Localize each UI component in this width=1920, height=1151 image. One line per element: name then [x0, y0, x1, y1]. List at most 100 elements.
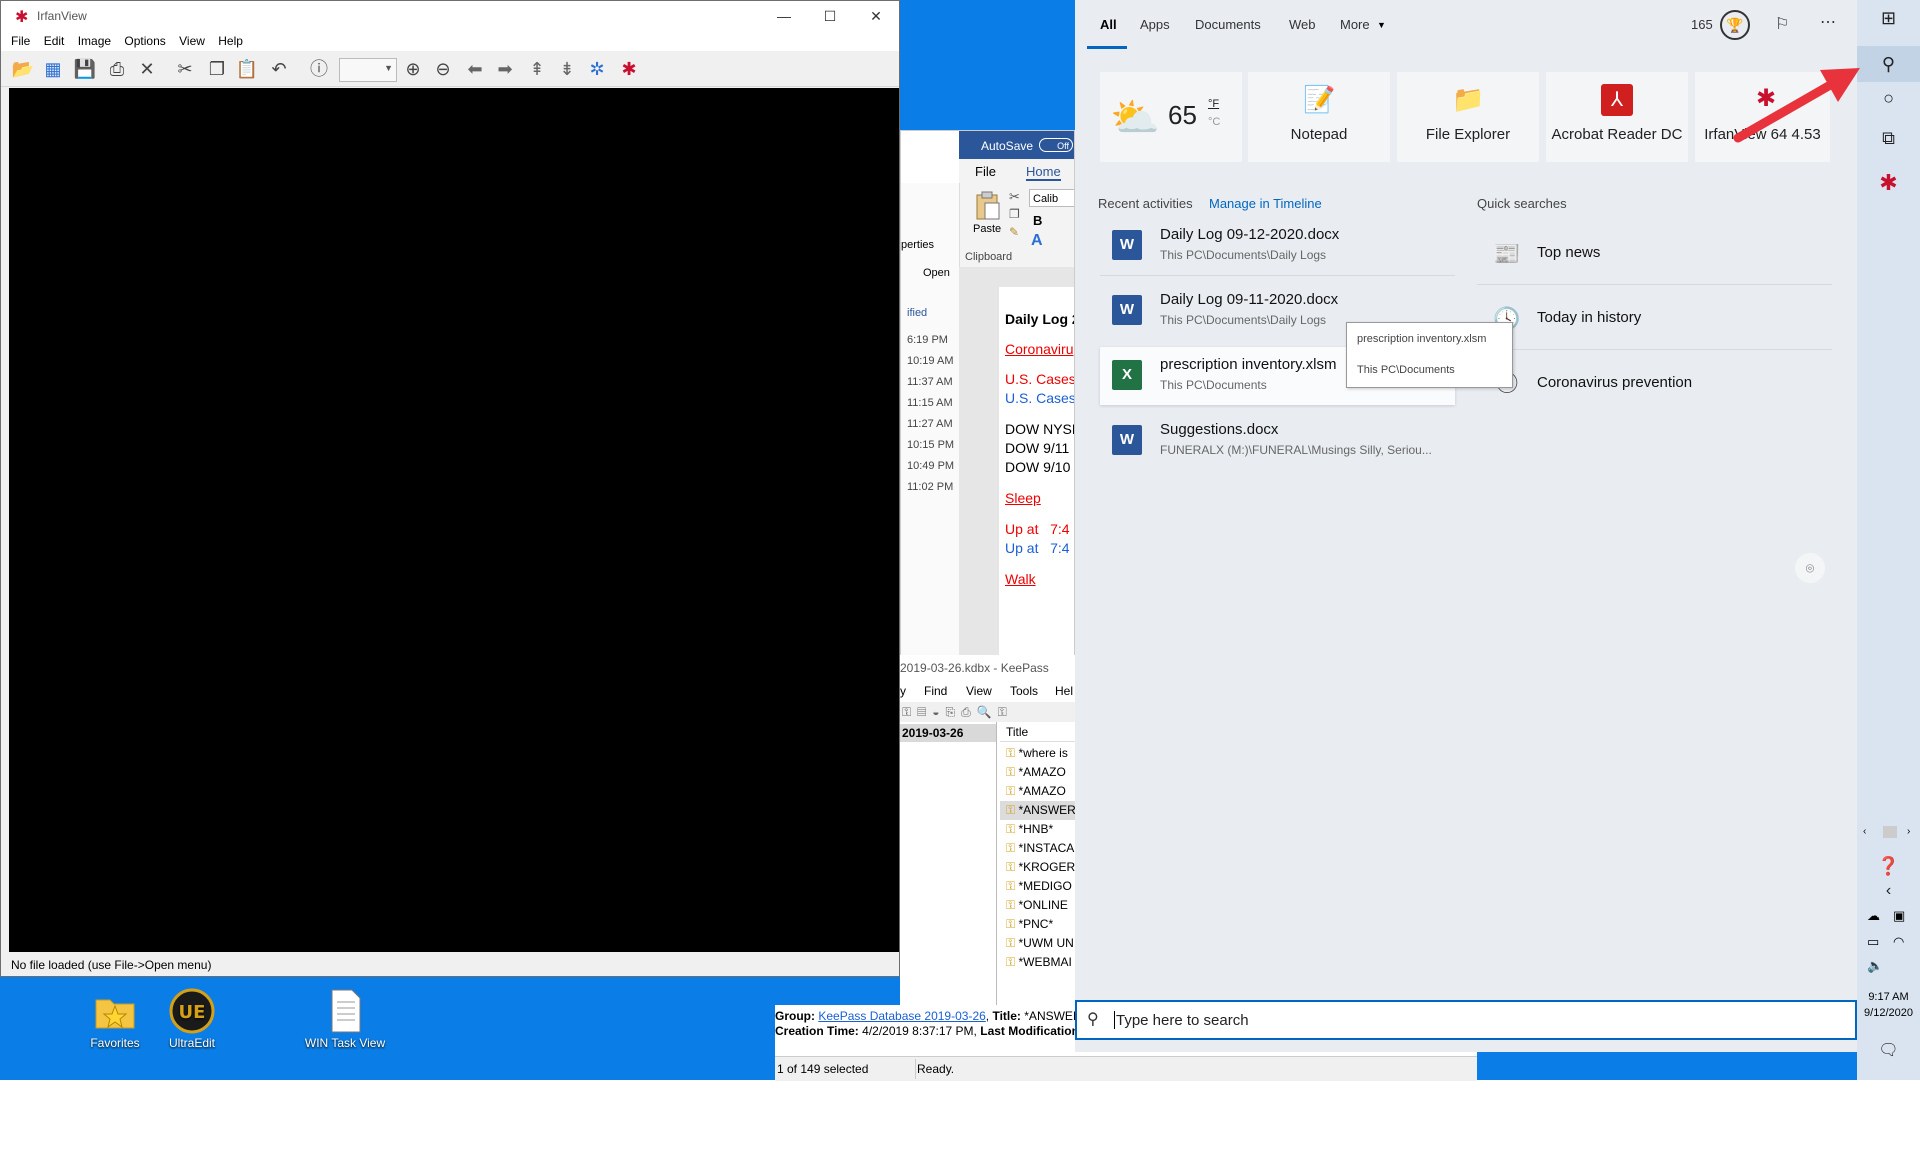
desktop-icon-win-task-view[interactable]: WIN Task View — [300, 988, 390, 1050]
menu-tools[interactable]: Tools — [1010, 684, 1038, 698]
info-icon[interactable]: ⓘ — [307, 57, 331, 81]
tab-file[interactable]: File — [975, 164, 996, 179]
menu-edit[interactable]: Edit — [44, 31, 65, 51]
open-label[interactable]: Open — [923, 267, 950, 279]
app-tile-notepad[interactable]: 📝 Notepad — [1248, 72, 1390, 162]
scroll-thumb[interactable] — [1883, 826, 1897, 838]
toolbar-icons[interactable]: ⚿▤◒⎘⎙🔍⚿ — [902, 705, 1013, 720]
tab-all[interactable]: All — [1100, 17, 1117, 32]
open-folder-icon[interactable]: 📂 — [11, 57, 35, 81]
info-group-link[interactable]: KeePass Database 2019-03-26 — [818, 1009, 985, 1023]
menu-file[interactable]: File — [11, 31, 30, 51]
weather-unit-f[interactable]: °F — [1208, 98, 1219, 110]
menu-view[interactable]: View — [179, 31, 205, 51]
delete-icon[interactable]: ✕ — [135, 57, 159, 81]
quick-search-item[interactable]: 🕓 Today in history — [1477, 285, 1832, 350]
menu-view[interactable]: View — [966, 684, 992, 698]
volume-icon[interactable]: 🔈 — [1867, 958, 1883, 974]
maximize-button[interactable]: ☐ — [807, 1, 853, 31]
irfanview-taskbar-icon[interactable]: ✱ — [1857, 170, 1920, 196]
format-painter-icon[interactable]: ✎ — [1009, 225, 1019, 239]
slideshow-icon[interactable]: ▦ — [41, 57, 65, 81]
next-arrow-icon[interactable]: ➡ — [493, 57, 517, 81]
properties-tools-icon[interactable]: ✲ — [585, 57, 609, 81]
tab-apps[interactable]: Apps — [1140, 17, 1170, 32]
menu-options[interactable]: Options — [124, 31, 165, 51]
scroll-right-icon[interactable]: › — [1907, 826, 1910, 837]
clock-time[interactable]: 9:17 AM — [1857, 991, 1920, 1003]
entry-row[interactable]: ⚿ *PNC* — [1000, 915, 1075, 934]
menu-find[interactable]: Find — [924, 684, 947, 698]
paste-icon[interactable] — [973, 191, 1001, 221]
entry-row[interactable]: ⚿ *ANSWER — [1000, 801, 1075, 820]
help-icon[interactable]: ❓ — [1857, 856, 1920, 877]
save-icon[interactable]: 💾 — [73, 57, 97, 81]
minimize-button[interactable]: — — [761, 1, 807, 31]
display-icon[interactable]: ▣ — [1893, 908, 1905, 924]
recent-activity-item[interactable]: W Suggestions.docx FUNERALX (M:)\FUNERAL… — [1100, 412, 1455, 470]
image-canvas[interactable] — [9, 88, 899, 952]
entry-row[interactable]: ⚿ *INSTACA — [1000, 839, 1075, 858]
entry-row[interactable]: ⚿ *MEDIGO — [1000, 877, 1075, 896]
zoom-dropdown[interactable]: ▼ — [339, 58, 397, 82]
properties-label[interactable]: perties — [901, 239, 934, 251]
feedback-icon[interactable]: ⚐ — [1775, 14, 1789, 34]
entry-row[interactable]: ⚿ *AMAZO — [1000, 763, 1075, 782]
windows-start-icon[interactable]: ⊞ — [1857, 8, 1920, 29]
entry-row[interactable]: ⚿ *where is — [1000, 744, 1075, 763]
more-options-icon[interactable]: ⋯ — [1820, 12, 1836, 32]
previous-arrow-icon[interactable]: ⬅ — [463, 57, 487, 81]
app-tile-acrobat[interactable]: ⅄ Acrobat Reader DC — [1546, 72, 1688, 162]
scroll-left-icon[interactable]: ‹ — [1863, 826, 1866, 837]
rewards-trophy-icon[interactable]: 🏆 — [1720, 10, 1750, 40]
wifi-icon[interactable]: ◠ — [1893, 934, 1904, 950]
action-center-notification-icon[interactable]: 🗨 — [1857, 1040, 1920, 1060]
battery-icon[interactable]: ▭ — [1867, 934, 1879, 950]
menu-help[interactable]: Hel — [1055, 684, 1073, 698]
manage-timeline-link[interactable]: Manage in Timeline — [1209, 196, 1322, 211]
copy-icon[interactable]: ❐ — [205, 57, 229, 81]
paste-label[interactable]: Paste — [973, 223, 1001, 235]
weather-unit-c[interactable]: °C — [1208, 116, 1220, 128]
document-page[interactable]: Daily Log 2 Coronaviru U.S. Cases U.S. C… — [999, 287, 1074, 659]
last-file-icon[interactable]: ⇟ — [555, 57, 579, 81]
desktop-icon-ultraedit[interactable]: UE UltraEdit — [147, 988, 237, 1050]
paste-icon[interactable]: 📋 — [235, 57, 259, 81]
menu-item[interactable]: y — [900, 684, 906, 698]
autosave-toggle[interactable]: Off — [1039, 138, 1073, 152]
entry-row[interactable]: ⚿ *UWM UN — [1000, 934, 1075, 953]
tab-documents[interactable]: Documents — [1195, 17, 1261, 32]
recent-activity-item[interactable]: W Daily Log 09-12-2020.docx This PC\Docu… — [1100, 217, 1455, 276]
cut-icon[interactable]: ✂ — [1009, 189, 1020, 205]
menu-image[interactable]: Image — [78, 31, 111, 51]
close-button[interactable]: ✕ — [853, 1, 899, 31]
screen-snip-icon[interactable]: ⌾ — [1795, 553, 1825, 583]
entry-row[interactable]: ⚿ *KROGER — [1000, 858, 1075, 877]
clock-date[interactable]: 9/12/2020 — [1857, 1007, 1920, 1019]
tab-web[interactable]: Web — [1289, 17, 1316, 32]
bold-button[interactable]: B — [1033, 213, 1042, 228]
quick-search-item[interactable]: 📰 Top news — [1477, 220, 1832, 285]
irfanview-about-icon[interactable]: ✱ — [617, 57, 641, 81]
font-name-box[interactable]: Calib — [1029, 189, 1074, 207]
copy-icon[interactable]: ❐ — [1009, 207, 1020, 221]
entry-row[interactable]: ⚿ *WEBMAI — [1000, 953, 1075, 972]
group-item-selected[interactable]: 2019-03-26 — [900, 724, 996, 742]
quick-search-item[interactable]: ⓘ Coronavirus prevention — [1477, 350, 1832, 414]
undo-icon[interactable]: ↶ — [267, 57, 291, 81]
zoom-in-icon[interactable]: ⊕ — [401, 57, 425, 81]
weather-tile[interactable]: ⛅ 65 °F °C — [1100, 72, 1242, 162]
tab-more[interactable]: More — [1340, 17, 1370, 32]
entry-row[interactable]: ⚿ *AMAZO — [1000, 782, 1075, 801]
onedrive-cloud-icon[interactable]: ☁ — [1867, 908, 1880, 924]
show-hidden-icons-chevron-icon[interactable]: ‹ — [1857, 882, 1920, 900]
cut-icon[interactable]: ✂ — [173, 57, 197, 81]
search-input-placeholder[interactable]: Type here to search — [1116, 1012, 1249, 1029]
menu-help[interactable]: Help — [218, 31, 243, 51]
search-box[interactable]: ⚲ Type here to search — [1075, 1000, 1857, 1040]
column-header-title[interactable]: Title — [1000, 722, 1075, 742]
zoom-out-icon[interactable]: ⊖ — [431, 57, 455, 81]
entry-row[interactable]: ⚿ *ONLINE — [1000, 896, 1075, 915]
entry-row[interactable]: ⚿ *HNB* — [1000, 820, 1075, 839]
first-file-icon[interactable]: ⇞ — [525, 57, 549, 81]
